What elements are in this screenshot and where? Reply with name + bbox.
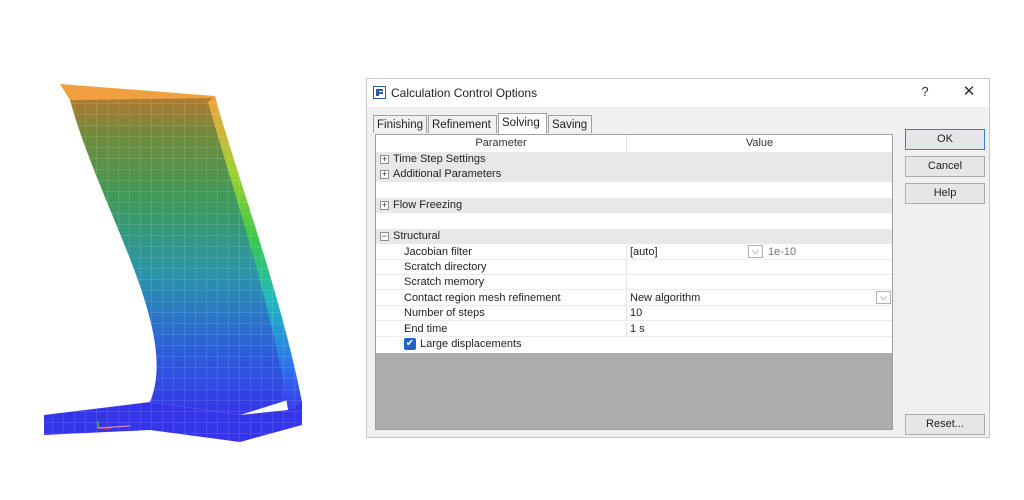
tab-finishing[interactable]: Finishing [373,115,427,133]
grid-header: Parameter Value [376,135,892,153]
expand-icon[interactable]: + [380,170,389,179]
param-label: Contact region mesh refinement [404,292,561,304]
end-time-value[interactable]: 1 s [630,322,645,337]
param-label: Scratch memory [404,276,485,288]
group-structural[interactable]: − Structural [376,229,892,244]
contact-region-value[interactable]: New algorithm [630,291,700,306]
column-header-parameter[interactable]: Parameter [376,135,627,152]
group-flow-freezing[interactable]: + Flow Freezing [376,198,892,213]
spacer-row [376,213,892,228]
cancel-button[interactable]: Cancel [905,156,985,177]
app-icon [373,86,386,99]
large-displacements-label: Large displacements [420,338,522,350]
dialog-title: Calculation Control Options [391,86,538,100]
jacobian-filter-value[interactable]: [auto] [630,245,658,260]
group-time-step-settings[interactable]: + Time Step Settings [376,152,892,167]
expand-icon[interactable]: + [380,201,389,210]
row-contact-region[interactable]: Contact region mesh refinement New algor… [376,291,892,306]
param-label: End time [404,323,448,335]
jacobian-filter-threshold[interactable]: 1e-10 [768,245,796,260]
row-large-displacements[interactable]: ✔ Large displacements [376,337,892,352]
grid-empty-area [376,353,892,429]
group-label: Additional Parameters [393,168,502,180]
group-additional-parameters[interactable]: + Additional Parameters [376,167,892,182]
ok-button[interactable]: OK [905,129,985,150]
reset-button[interactable]: Reset... [905,414,985,435]
large-displacements-checkbox[interactable]: ✔ [404,338,416,350]
group-label: Flow Freezing [393,199,463,211]
chevron-down-icon[interactable]: ⌵ [876,291,891,304]
number-of-steps-value[interactable]: 10 [630,306,642,321]
parameters-grid: Parameter Value + Time Step Settings + A… [375,134,893,430]
row-scratch-memory[interactable]: Scratch memory [376,275,892,290]
row-jacobian-filter[interactable]: Jacobian filter [auto] ⌵ 1e-10 [376,245,892,260]
tab-refinement[interactable]: Refinement [428,115,497,133]
tab-saving[interactable]: Saving [548,115,592,133]
group-label: Time Step Settings [393,153,486,165]
param-label: Number of steps [404,307,485,319]
param-label: Jacobian filter [404,246,472,258]
close-icon[interactable]: ✕ [959,83,979,101]
help-button[interactable]: Help [905,183,985,204]
row-number-of-steps[interactable]: Number of steps 10 [376,306,892,321]
expand-icon[interactable]: + [380,155,389,164]
deformed-mesh-visualization [44,84,302,442]
param-label: Scratch directory [404,261,487,273]
column-header-value[interactable]: Value [627,135,892,152]
tab-solving[interactable]: Solving [498,113,547,134]
dialog-titlebar: Calculation Control Options ? ✕ [367,79,989,107]
row-scratch-directory[interactable]: Scratch directory [376,260,892,275]
group-label: Structural [393,230,441,242]
help-icon[interactable]: ? [915,83,935,101]
spacer-row [376,182,892,197]
row-end-time[interactable]: End time 1 s [376,322,892,337]
collapse-icon[interactable]: − [380,232,389,241]
chevron-down-icon[interactable]: ⌵ [748,245,763,258]
calculation-control-dialog: Calculation Control Options ? ✕ Finishin… [366,78,990,438]
